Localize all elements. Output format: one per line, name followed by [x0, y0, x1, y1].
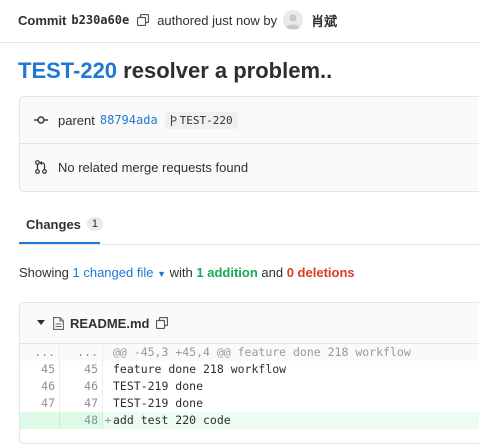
copy-icon[interactable]	[137, 14, 150, 26]
diff-code: TEST-219 done	[113, 379, 204, 393]
commit-label: Commit	[18, 12, 67, 28]
authored-text: authored just now by	[157, 12, 278, 28]
diff-line: 45 45 feature done 218 workflow	[20, 361, 479, 378]
diff-sign	[103, 395, 113, 412]
tab-changes[interactable]: Changes 1	[19, 212, 104, 244]
tab-changes-label: Changes	[26, 217, 81, 232]
diff-sign	[103, 378, 113, 395]
merge-request-text: No related merge requests found	[58, 159, 249, 175]
commit-tabs: Changes 1	[19, 212, 479, 245]
title-text: resolver a problem..	[117, 58, 333, 83]
showing-prefix: Showing	[19, 265, 69, 280]
branch-tag[interactable]: TEST-220	[164, 111, 238, 129]
merge-request-icon	[33, 160, 49, 174]
commit-icon	[33, 115, 49, 125]
new-line-number: ...	[60, 344, 103, 361]
changed-files-label: 1 changed file	[72, 265, 154, 280]
diff-code: @@ -45,3 +45,4 @@ feature done 218 workf…	[113, 345, 411, 359]
diff-line-added: 48 + add test 220 code	[20, 412, 479, 429]
file-diff: README.md ... ... @@ -45,3 +45,4 @@ feat…	[19, 302, 479, 444]
diff-line: 46 46 TEST-219 done	[20, 378, 479, 395]
copy-icon[interactable]	[156, 317, 169, 329]
diff-sign	[103, 361, 113, 378]
diff-code: TEST-219 done	[113, 396, 204, 410]
old-line-number[interactable]: 46	[20, 378, 60, 395]
chevron-down-icon[interactable]	[37, 320, 45, 326]
old-line-number: ...	[20, 344, 60, 361]
new-line-number[interactable]: 47	[60, 395, 103, 412]
header-divider	[0, 42, 479, 43]
with-text: with	[169, 265, 193, 280]
branch-tag-label: TEST-220	[179, 113, 233, 127]
old-line-number[interactable]	[20, 412, 60, 429]
diff-sign: +	[104, 413, 112, 427]
parent-sha-link[interactable]: 88794ada	[100, 113, 158, 127]
commit-sha: b230a60e	[71, 13, 130, 27]
diff-sign	[103, 344, 113, 361]
parent-row: parent 88794ada TEST-220	[20, 97, 479, 144]
diff-line: ... ... @@ -45,3 +45,4 @@ feature done 2…	[20, 344, 479, 361]
tab-changes-count: 1	[86, 217, 104, 231]
old-line-number[interactable]: 47	[20, 395, 60, 412]
commit-title: TEST-220 resolver a problem..	[18, 58, 332, 84]
branch-icon	[170, 114, 177, 126]
old-line-number[interactable]: 45	[20, 361, 60, 378]
diff-line: 47 47 TEST-219 done	[20, 395, 479, 412]
diff-stats: Showing 1 changed file ▼ with 1 addition…	[19, 265, 355, 280]
file-name[interactable]: README.md	[70, 316, 149, 331]
avatar-icon[interactable]	[283, 10, 304, 30]
commit-header: Commit b230a60e authored just now by 肖斌	[18, 10, 337, 30]
parent-label: parent	[58, 112, 95, 128]
diff-code: feature done 218 workflow	[113, 362, 287, 376]
new-line-number[interactable]: 45	[60, 361, 103, 378]
commit-info-box: parent 88794ada TEST-220 No related merg…	[19, 96, 479, 192]
new-line-number[interactable]: 46	[60, 378, 103, 395]
file-icon	[53, 316, 64, 330]
caret-down-icon: ▼	[157, 269, 166, 279]
changed-files-dropdown[interactable]: 1 changed file ▼	[73, 265, 167, 280]
deletions-count: 0 deletions	[286, 265, 355, 280]
file-header[interactable]: README.md	[20, 303, 479, 344]
and-text: and	[261, 265, 284, 280]
issue-link[interactable]: TEST-220	[18, 58, 117, 83]
merge-request-row: No related merge requests found	[20, 144, 479, 190]
additions-count: 1 addition	[196, 265, 258, 280]
new-line-number[interactable]: 48	[60, 412, 103, 429]
author-name[interactable]: 肖斌	[311, 11, 337, 30]
diff-code: add test 220 code	[113, 413, 231, 427]
